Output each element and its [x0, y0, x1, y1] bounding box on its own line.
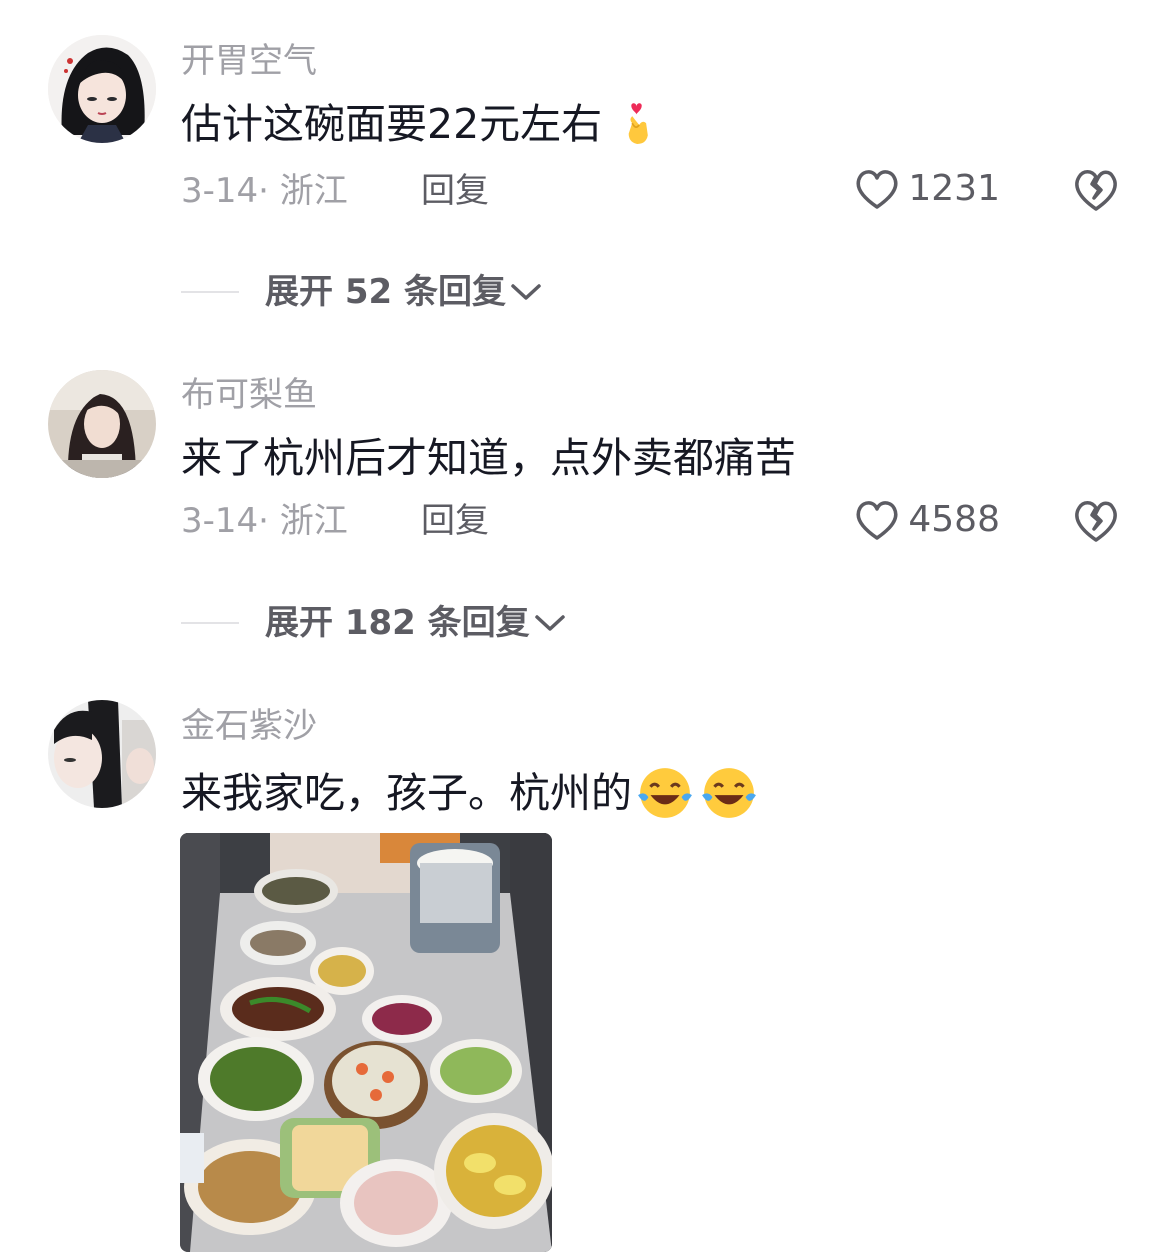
tears-of-joy-emoji	[702, 768, 756, 818]
comment-image[interactable]	[180, 833, 552, 1252]
tears-of-joy-emoji	[638, 768, 692, 818]
comment-text: 来我家吃，孩子。杭州的	[181, 769, 632, 817]
comment-item: 金石紫沙 来我家吃，孩子。杭州的	[0, 0, 1170, 1252]
avatar[interactable]	[48, 700, 156, 808]
comment-text-row: 来我家吃，孩子。杭州的	[181, 764, 758, 822]
username[interactable]: 金石紫沙	[181, 704, 317, 748]
